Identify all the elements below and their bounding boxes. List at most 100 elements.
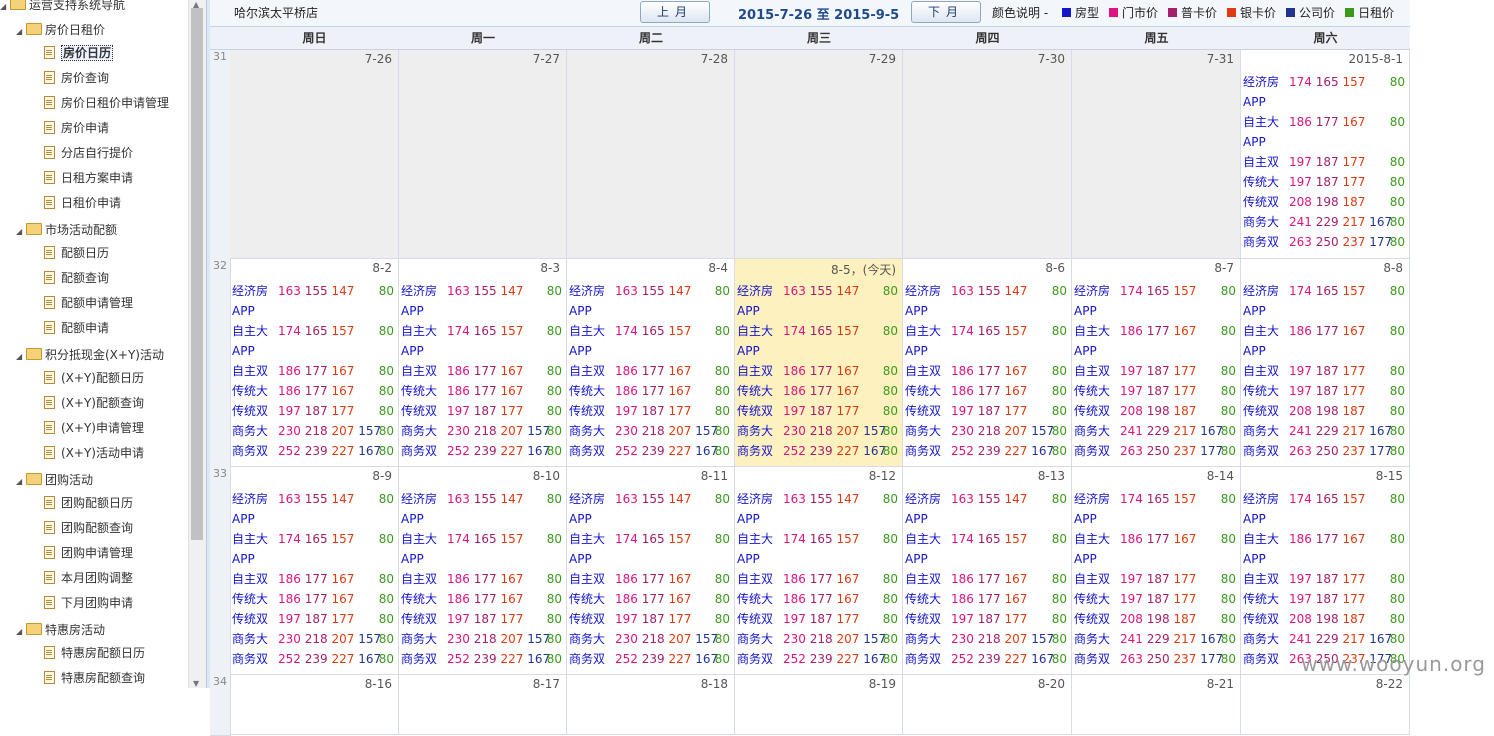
rate-row[interactable]: APP — [1243, 301, 1405, 321]
rate-row[interactable]: 经济房 163 155 147 80 — [401, 281, 562, 301]
rate-row[interactable]: 商务双 252 239 227 167 80 — [232, 649, 394, 669]
nav-item[interactable]: 特惠房配额日历 — [44, 643, 145, 663]
rate-row[interactable]: 经济房 163 155 147 80 — [232, 489, 394, 509]
rate-row[interactable]: APP — [232, 301, 394, 321]
rate-row[interactable]: 商务大 230 218 207 157 80 — [569, 629, 730, 649]
rate-row[interactable]: 自主双 186 177 167 80 — [905, 361, 1067, 381]
day-cell[interactable]: 8-3 经济房 163 155 147 80 APP 自主大 174 165 157 8… — [399, 259, 567, 467]
scrollbar-thumb[interactable] — [191, 8, 203, 540]
rate-row[interactable]: APP — [569, 341, 730, 361]
day-cell[interactable]: 2015-8-1 经济房 174 165 157 80 APP 自主大 186 177 … — [1241, 50, 1410, 259]
rate-row[interactable]: APP — [401, 509, 562, 529]
nav-item[interactable]: 下月团购申请 — [44, 593, 133, 613]
collapse-arrow-icon[interactable]: ◢ — [16, 222, 26, 242]
rate-row[interactable]: APP — [905, 509, 1067, 529]
rate-row[interactable]: 传统大 186 177 167 80 — [737, 589, 898, 609]
nav-group[interactable]: ◢ 积分抵现金(X+Y)活动 — [16, 345, 164, 365]
nav-item[interactable]: 配额申请 — [44, 318, 109, 338]
rate-row[interactable]: 自主双 186 177 167 80 — [232, 569, 394, 589]
day-cell[interactable]: 7-29 — [735, 50, 903, 259]
rate-row[interactable]: 商务大 241 229 217 167 80 — [1074, 629, 1236, 649]
day-cell[interactable]: 8-19 — [735, 675, 903, 735]
rate-row[interactable]: 传统双 197 187 177 80 — [401, 609, 562, 629]
day-cell[interactable]: 8-15 经济房 174 165 157 80 APP 自主大 186 177 167 … — [1241, 467, 1410, 675]
day-cell[interactable]: 7-27 — [399, 50, 567, 259]
rate-row[interactable]: 传统大 186 177 167 80 — [401, 589, 562, 609]
day-cell[interactable]: 8-6 经济房 163 155 147 80 APP 自主大 174 165 157 8… — [903, 259, 1072, 467]
rate-row[interactable]: 商务大 241 229 217 167 80 — [1243, 629, 1405, 649]
rate-row[interactable]: APP — [737, 301, 898, 321]
rate-row[interactable]: 自主双 186 177 167 80 — [232, 361, 394, 381]
rate-row[interactable]: 自主大 174 165 157 80 — [569, 321, 730, 341]
rate-row[interactable]: 自主大 174 165 157 80 — [232, 321, 394, 341]
rate-row[interactable]: 传统双 208 198 187 80 — [1243, 401, 1405, 421]
collapse-arrow-icon[interactable]: ◢ — [16, 472, 26, 492]
rate-row[interactable]: 自主大 186 177 167 80 — [1243, 529, 1405, 549]
rate-row[interactable]: 经济房 174 165 157 80 — [1243, 489, 1405, 509]
nav-item[interactable]: 房价查询 — [44, 68, 109, 88]
rate-row[interactable]: 自主双 186 177 167 80 — [401, 361, 562, 381]
rate-row[interactable]: 自主双 197 187 177 80 — [1243, 569, 1405, 589]
day-cell[interactable]: 8-4 经济房 163 155 147 80 APP 自主大 174 165 157 8… — [567, 259, 735, 467]
rate-row[interactable]: 自主大 186 177 167 80 — [1074, 529, 1236, 549]
day-cell[interactable]: 7-31 — [1072, 50, 1241, 259]
rate-row[interactable]: 传统大 186 177 167 80 — [737, 381, 898, 401]
rate-row[interactable]: 自主大 174 165 157 80 — [401, 529, 562, 549]
nav-item[interactable]: (X+Y)配额日历 — [44, 368, 144, 388]
nav-root[interactable]: ◢ 运营支持系统导航 — [0, 0, 125, 15]
rate-row[interactable]: APP — [905, 549, 1067, 569]
rate-row[interactable]: APP — [905, 301, 1067, 321]
day-cell[interactable]: 7-30 — [903, 50, 1072, 259]
rate-row[interactable]: 传统大 186 177 167 80 — [905, 381, 1067, 401]
rate-row[interactable]: 传统双 197 187 177 80 — [569, 609, 730, 629]
rate-row[interactable]: APP — [1074, 509, 1236, 529]
rate-row[interactable]: 经济房 174 165 157 80 — [1074, 489, 1236, 509]
rate-row[interactable]: 自主大 174 165 157 80 — [737, 321, 898, 341]
rate-row[interactable]: 传统大 197 187 177 80 — [1243, 381, 1405, 401]
nav-item[interactable]: 本月团购调整 — [44, 568, 133, 588]
nav-item[interactable]: (X+Y)活动申请 — [44, 443, 144, 463]
rate-row[interactable]: APP — [1243, 132, 1405, 152]
rate-row[interactable]: APP — [569, 509, 730, 529]
rate-row[interactable]: APP — [737, 549, 898, 569]
rate-row[interactable]: APP — [1074, 549, 1236, 569]
collapse-arrow-icon[interactable]: ◢ — [16, 22, 26, 42]
collapse-arrow-icon[interactable]: ◢ — [0, 0, 10, 17]
rate-row[interactable]: 传统双 197 187 177 80 — [232, 401, 394, 421]
day-cell[interactable]: 8-7 经济房 174 165 157 80 APP 自主大 186 177 167 8… — [1072, 259, 1241, 467]
rate-row[interactable]: 传统双 208 198 187 80 — [1074, 401, 1236, 421]
collapse-arrow-icon[interactable]: ◢ — [16, 622, 26, 642]
next-month-button[interactable]: 下月 — [911, 1, 981, 23]
rate-row[interactable]: 经济房 163 155 147 80 — [905, 281, 1067, 301]
rate-row[interactable]: 自主双 186 177 167 80 — [737, 569, 898, 589]
rate-row[interactable]: 传统大 186 177 167 80 — [569, 589, 730, 609]
rate-row[interactable]: 商务大 230 218 207 157 80 — [737, 421, 898, 441]
rate-row[interactable]: 经济房 163 155 147 80 — [401, 489, 562, 509]
rate-row[interactable]: 商务大 230 218 207 157 80 — [232, 421, 394, 441]
nav-item[interactable]: 配额申请管理 — [44, 293, 133, 313]
day-cell[interactable]: 7-28 — [567, 50, 735, 259]
rate-row[interactable]: 经济房 163 155 147 80 — [737, 281, 898, 301]
rate-row[interactable]: 商务大 230 218 207 157 80 — [401, 421, 562, 441]
rate-row[interactable]: 经济房 174 165 157 80 — [1243, 72, 1405, 92]
rate-row[interactable]: 自主大 186 177 167 80 — [1243, 321, 1405, 341]
rate-row[interactable]: 传统双 197 187 177 80 — [905, 609, 1067, 629]
rate-row[interactable]: 传统双 208 198 187 80 — [1243, 609, 1405, 629]
day-cell[interactable]: 8-11 经济房 163 155 147 80 APP 自主大 174 165 157 … — [567, 467, 735, 675]
day-cell[interactable]: 8-9 经济房 163 155 147 80 APP 自主大 174 165 157 8… — [230, 467, 399, 675]
scroll-down-icon[interactable]: ▼ — [193, 679, 199, 688]
rate-row[interactable]: 自主大 174 165 157 80 — [905, 529, 1067, 549]
nav-item[interactable]: 房价申请 — [44, 118, 109, 138]
rate-row[interactable]: APP — [1243, 549, 1405, 569]
nav-group[interactable]: ◢ 市场活动配额 — [16, 220, 117, 240]
rate-row[interactable]: APP — [1243, 92, 1405, 112]
rate-row[interactable]: 商务大 241 229 217 167 80 — [1074, 421, 1236, 441]
rate-row[interactable]: APP — [232, 341, 394, 361]
sidebar-scrollbar[interactable]: ▲ ▼ — [188, 0, 206, 688]
rate-row[interactable]: 自主大 174 165 157 80 — [905, 321, 1067, 341]
day-cell[interactable]: 7-26 — [230, 50, 399, 259]
rate-row[interactable]: 传统双 197 187 177 80 — [569, 401, 730, 421]
rate-row[interactable]: 商务大 230 218 207 157 80 — [737, 629, 898, 649]
rate-row[interactable]: 自主大 174 165 157 80 — [232, 529, 394, 549]
rate-row[interactable]: 商务双 263 250 237 177 80 — [1074, 441, 1236, 461]
